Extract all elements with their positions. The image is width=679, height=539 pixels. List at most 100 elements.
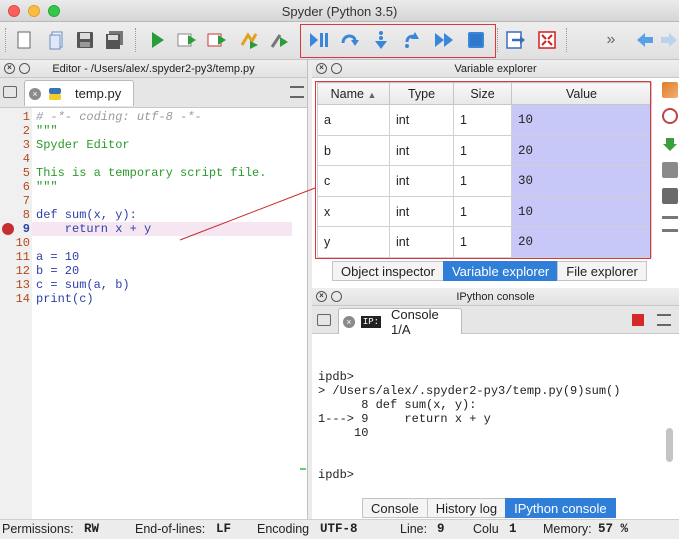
cell-value[interactable]: 10 — [511, 104, 652, 136]
code-line: def sum(x, y): — [36, 208, 137, 222]
variable-table: Name ▲ Type Size Value a int 1 10 b int 1 20 c… — [317, 81, 652, 258]
tab-temp-py[interactable]: × temp.py — [24, 80, 134, 106]
interrupt-kernel-icon[interactable] — [632, 314, 644, 326]
tab-label: Console 1/A — [391, 306, 439, 337]
tab-history-log[interactable]: History log — [426, 498, 507, 518]
line-number: 8 — [22, 208, 30, 222]
forward-arrow-icon[interactable] — [656, 27, 679, 53]
console-line: ipdb> — [318, 468, 355, 482]
code-line: b = 20 — [36, 264, 80, 278]
undock-pane-icon[interactable] — [19, 63, 30, 74]
eol-value: LF — [216, 522, 232, 536]
maximize-pane-icon[interactable] — [502, 27, 528, 53]
undock-pane-icon[interactable] — [331, 291, 342, 302]
run-icon[interactable] — [144, 27, 170, 53]
cell-type: int — [389, 104, 454, 136]
save-as-icon[interactable] — [662, 188, 678, 204]
run-selection-icon[interactable] — [236, 27, 262, 53]
encoding-label: Encoding — [257, 522, 310, 536]
cell-value[interactable]: 10 — [511, 195, 652, 228]
window-title: Spyder (Python 3.5) — [281, 4, 398, 19]
open-file-icon[interactable] — [44, 27, 70, 53]
save-file-icon[interactable] — [72, 27, 98, 53]
import-data-icon[interactable] — [662, 82, 678, 98]
code-line: """ — [36, 124, 58, 138]
table-row[interactable]: c int 1 30 — [317, 165, 652, 197]
line-number: 12 — [15, 264, 30, 278]
run-cell-advance-icon[interactable] — [204, 27, 230, 53]
toolbar-overflow-icon[interactable]: » — [598, 27, 624, 53]
toolbar-grip — [5, 28, 7, 52]
step-icon[interactable] — [337, 27, 363, 53]
close-pane-icon[interactable]: × — [316, 291, 327, 302]
run-configuration-icon[interactable] — [266, 27, 292, 53]
tab-console[interactable]: Console — [362, 498, 428, 518]
table-row[interactable]: y int 1 20 — [317, 226, 652, 258]
table-row[interactable]: x int 1 10 — [317, 195, 652, 228]
column-header-size[interactable]: Size — [453, 81, 512, 106]
browse-tabs-icon[interactable] — [3, 86, 17, 98]
cell-value[interactable]: 30 — [511, 165, 652, 197]
debug-icon[interactable] — [306, 27, 332, 53]
memory-label: Memory: — [543, 522, 592, 536]
tab-console-1a[interactable]: × IP: Console 1/A — [338, 306, 462, 337]
save-all-icon[interactable] — [102, 27, 128, 53]
continue-icon[interactable] — [431, 27, 457, 53]
column-header-name[interactable]: Name ▲ — [317, 81, 390, 106]
close-pane-icon[interactable]: × — [316, 63, 327, 74]
download-arrow-icon[interactable] — [662, 136, 678, 152]
cell-type: int — [389, 195, 454, 228]
variable-explorer-header: × Variable explorer — [312, 60, 679, 78]
tab-object-inspector[interactable]: Object inspector — [332, 261, 444, 281]
undock-pane-icon[interactable] — [331, 63, 342, 74]
tab-ipython-console[interactable]: IPython console — [505, 498, 616, 518]
ipython-console-title: IPython console — [456, 291, 535, 303]
line-number: 10 — [15, 236, 30, 250]
new-file-icon[interactable] — [11, 27, 37, 53]
line-number: 7 — [22, 194, 30, 208]
fullscreen-icon[interactable] — [534, 27, 560, 53]
tab-variable-explorer[interactable]: Variable explorer — [442, 261, 559, 281]
line-number: 3 — [22, 138, 30, 152]
save-icon[interactable] — [662, 162, 678, 178]
close-tab-icon[interactable]: × — [29, 87, 41, 100]
column-header-type[interactable]: Type — [389, 81, 454, 106]
save-data-icon[interactable] — [662, 108, 678, 124]
step-into-icon[interactable] — [368, 27, 394, 53]
cell-value[interactable]: 20 — [511, 226, 652, 258]
cell-name: c — [317, 165, 390, 197]
console-line: 8 def sum(x, y): — [318, 398, 477, 412]
back-arrow-icon[interactable] — [632, 27, 658, 53]
table-row[interactable]: b int 1 20 — [317, 134, 652, 167]
column-header-value[interactable]: Value — [511, 81, 652, 106]
table-row[interactable]: a int 1 10 — [317, 104, 652, 136]
step-return-icon[interactable] — [399, 27, 425, 53]
stop-debug-icon[interactable] — [463, 27, 489, 53]
close-pane-icon[interactable]: × — [4, 63, 15, 74]
cell-size: 1 — [453, 195, 512, 228]
line-number: 14 — [15, 292, 30, 306]
editor-pane: × Editor - /Users/alex/.spyder2-py3/temp… — [0, 60, 308, 519]
close-tab-icon[interactable]: × — [343, 315, 355, 328]
cell-size: 1 — [453, 165, 512, 197]
ipython-icon: IP: — [360, 315, 382, 328]
console-output[interactable]: · ipdb> > /Users/alex/.spyder2-py3/temp.… — [312, 334, 664, 494]
console-options-icon[interactable] — [657, 314, 671, 326]
cell-value[interactable]: 20 — [511, 134, 652, 167]
console-scrollbar[interactable] — [666, 428, 673, 462]
editor-tab-bar: × temp.py — [0, 78, 307, 108]
encoding-value: UTF-8 — [320, 522, 358, 536]
code-area[interactable]: 1 # -*- coding: utf-8 -*- 2 """ 3 Spyder… — [0, 108, 308, 519]
options-menu-icon[interactable] — [662, 216, 678, 232]
editor-path: Editor - /Users/alex/.spyder2-py3/temp.p… — [52, 63, 255, 75]
run-cell-icon[interactable] — [174, 27, 200, 53]
editor-options-icon[interactable] — [290, 86, 304, 98]
main-toolbar: » — [0, 22, 679, 60]
browse-tabs-icon[interactable] — [317, 314, 331, 326]
code-line: print(c) — [36, 292, 94, 306]
line-number: 4 — [22, 152, 30, 166]
console-bottom-tab-bar: Console History log IPython console — [362, 498, 616, 518]
tab-file-explorer[interactable]: File explorer — [557, 261, 647, 281]
console-tab-bar: × IP: Console 1/A — [312, 306, 679, 337]
table-header-row: Name ▲ Type Size Value — [317, 81, 652, 106]
